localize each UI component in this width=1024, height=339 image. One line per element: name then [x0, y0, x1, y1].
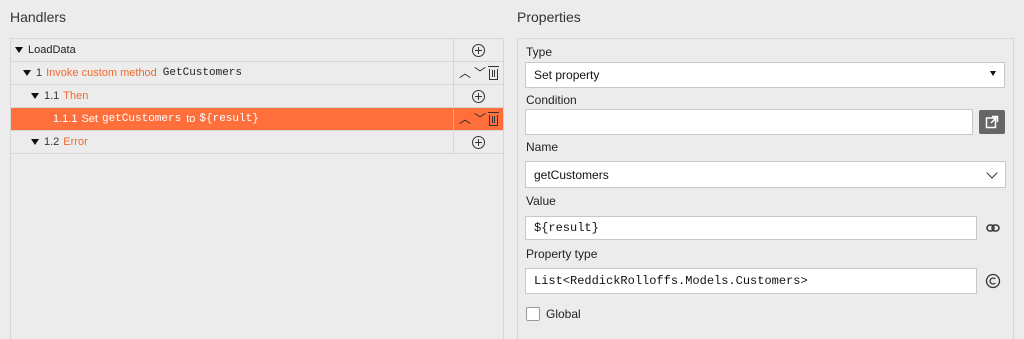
row-number: 1.1.1: [53, 113, 78, 125]
properties-panel: Type Set property Condition Name getCust…: [517, 38, 1014, 339]
copyright-icon: [985, 273, 1001, 289]
open-editor-button[interactable]: [979, 110, 1005, 134]
name-value: getCustomers: [534, 167, 609, 182]
row-number: 1.2: [44, 136, 60, 148]
external-link-icon: [985, 115, 999, 129]
move-down-icon[interactable]: ﹀: [474, 113, 486, 125]
global-label: Global: [546, 307, 581, 321]
value-label: Value: [526, 194, 556, 208]
expand-triangle-icon[interactable]: [31, 139, 39, 145]
property-type-label: Property type: [526, 247, 598, 261]
type-value: Set property: [534, 68, 600, 82]
expand-triangle-icon[interactable]: [23, 70, 31, 76]
global-checkbox[interactable]: [526, 307, 540, 321]
value-input[interactable]: ${result}: [525, 216, 977, 240]
move-up-icon[interactable]: ︿: [459, 67, 471, 79]
handler-label: LoadData: [28, 44, 76, 56]
reset-type-button[interactable]: [985, 273, 1001, 289]
expand-triangle-icon[interactable]: [15, 47, 23, 53]
condition-input[interactable]: [525, 109, 973, 135]
action-label: Invoke custom method: [46, 67, 157, 79]
tree-row-then[interactable]: 1.1 Then: [11, 85, 503, 108]
action-label: Error: [63, 136, 88, 148]
property-type-value: List<ReddickRolloffs.Models.Customers>: [534, 274, 808, 288]
handlers-tree: LoadData 1 Invoke custom method GetCusto…: [10, 38, 504, 339]
add-icon[interactable]: [472, 135, 485, 149]
tree-row-error[interactable]: 1.2 Error: [11, 131, 503, 154]
trash-icon[interactable]: [488, 65, 500, 80]
link-icon: [986, 224, 1000, 232]
tree-row-set-selected[interactable]: 1.1.1 Set getCustomers to ${result} ︿ ﹀: [11, 108, 503, 131]
method-name: GetCustomers: [162, 67, 243, 79]
add-icon[interactable]: [472, 43, 485, 57]
tree-row-invoke[interactable]: 1 Invoke custom method GetCustomers ︿ ﹀: [11, 62, 503, 85]
properties-title: Properties: [517, 9, 581, 25]
type-label: Type: [526, 45, 553, 59]
value-value: ${result}: [534, 221, 599, 235]
trash-icon[interactable]: [488, 111, 500, 126]
add-icon[interactable]: [472, 89, 485, 103]
expand-triangle-icon[interactable]: [31, 93, 39, 99]
row-number: 1: [36, 67, 43, 79]
name-select[interactable]: getCustomers: [525, 161, 1006, 188]
property-type-input[interactable]: List<ReddickRolloffs.Models.Customers>: [525, 268, 977, 294]
tree-row-loaddata[interactable]: LoadData: [11, 39, 503, 62]
type-select[interactable]: Set property: [525, 62, 1005, 88]
handlers-title: Handlers: [10, 9, 67, 25]
dropdown-arrow-icon: [990, 71, 996, 76]
move-up-icon[interactable]: ︿: [459, 113, 471, 125]
chevron-down-icon: [986, 167, 998, 179]
condition-label: Condition: [526, 93, 577, 107]
value-expression: ${result}: [199, 113, 259, 125]
action-label: Then: [63, 90, 89, 102]
move-down-icon[interactable]: ﹀: [474, 67, 486, 79]
action-label: Set: [81, 113, 98, 125]
name-label: Name: [526, 140, 559, 154]
link-button[interactable]: [985, 220, 1001, 236]
target-name: getCustomers: [101, 113, 182, 125]
row-number: 1.1: [44, 90, 60, 102]
to-word: to: [186, 113, 196, 125]
